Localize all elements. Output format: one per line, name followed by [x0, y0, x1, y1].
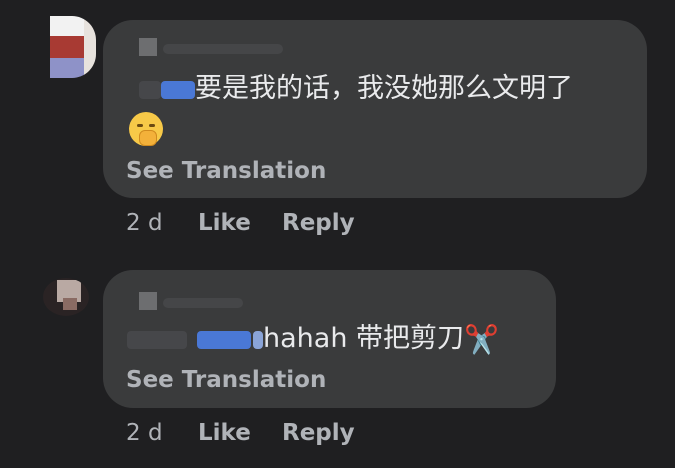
mentioned-user-tag[interactable] [127, 329, 263, 351]
comment-bubble: 要是我的话，我没她那么文明了 See Translation [103, 20, 647, 198]
mentioned-user-tag[interactable] [139, 79, 195, 101]
comment-bubble: hahah 带把剪刀✂️ See Translation [103, 270, 556, 408]
like-button[interactable]: Like [198, 210, 251, 236]
comment-author-name[interactable] [139, 292, 259, 312]
reply-button[interactable]: Reply [282, 210, 355, 236]
commenter-avatar[interactable] [50, 16, 96, 78]
scissors-icon: ✂️ [464, 322, 499, 356]
commenter-avatar[interactable] [43, 278, 89, 316]
comment-author-name[interactable] [139, 38, 289, 58]
see-translation-link[interactable]: See Translation [126, 158, 326, 184]
comments-panel: 要是我的话，我没她那么文明了 See Translation 2 d Like … [0, 0, 675, 468]
see-translation-link[interactable]: See Translation [126, 367, 326, 393]
comment-timestamp[interactable]: 2 d [126, 210, 163, 236]
comment-text: 要是我的话，我没她那么文明了 [139, 72, 573, 106]
face-with-hand-over-mouth-icon [129, 112, 163, 146]
comment-timestamp[interactable]: 2 d [126, 420, 163, 446]
like-button[interactable]: Like [198, 420, 251, 446]
comment-text: hahah 带把剪刀✂️ [127, 322, 499, 357]
reply-button[interactable]: Reply [282, 420, 355, 446]
